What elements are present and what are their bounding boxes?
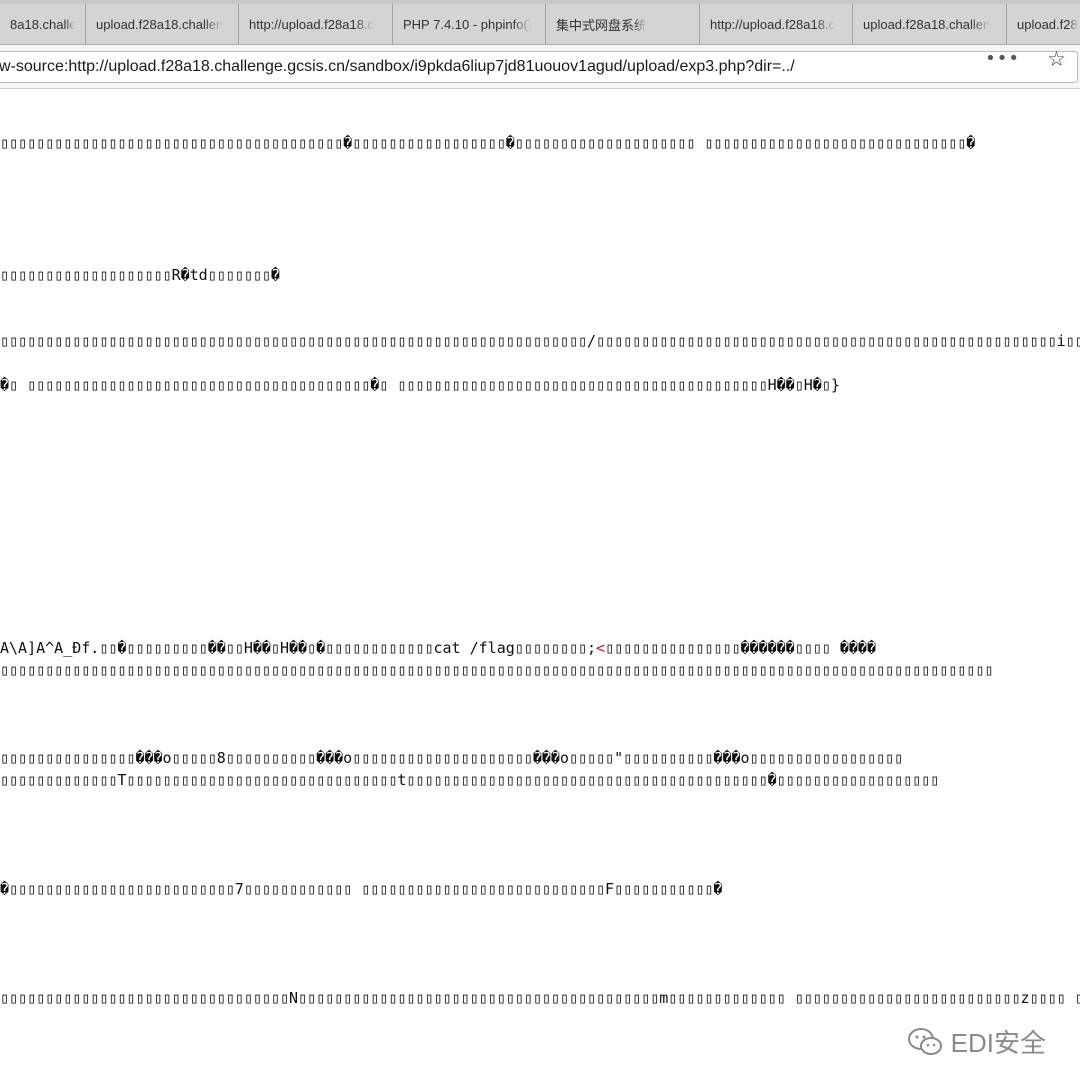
source-line: ▯▯▯▯▯▯▯▯▯▯▯▯▯▯▯▯▯▯▯▯▯▯▯▯▯▯▯▯▯▯▯▯▯▯▯▯▯▯�▯… (0, 134, 976, 152)
tab-label: PHP 7.4.10 - phpinfo() (403, 16, 533, 32)
source-line: �▯▯▯▯▯▯▯▯▯▯▯▯▯▯▯▯▯▯▯▯▯▯▯▯▯7▯▯▯▯▯▯▯▯▯▯▯▯ … (0, 880, 723, 898)
nav-toolbar: w-source:http://upload.f28a18.challenge.… (0, 45, 1080, 89)
source-line: ▯▯▯▯▯▯▯▯▯▯▯▯▯▯▯▯▯▯▯▯▯▯▯▯▯▯▯▯▯▯▯▯▯▯▯▯▯▯▯▯… (0, 332, 1080, 350)
wechat-icon (907, 1027, 942, 1055)
bookmark-star-icon[interactable]: ☆ (1047, 47, 1066, 71)
tab-label: upload.f28a18.challen (863, 16, 991, 32)
tab-label: http://upload.f28a18.c (710, 16, 836, 32)
source-line: ▯▯▯▯▯▯▯▯▯▯▯▯▯▯▯▯▯▯▯▯▯▯▯▯▯▯▯▯▯▯▯▯N▯▯▯▯▯▯▯… (0, 989, 1080, 1007)
source-text: A\A]A^A_Ðf.▯▯�▯▯▯▯▯▯▯▯▯��▯▯H��▯H��▯�▯▯▯▯… (0, 639, 597, 657)
tab-label: 集中式网盘系统 (556, 17, 648, 33)
tab-bar: 8a18.challen upload.f28a18.challen http:… (0, 0, 1080, 45)
tab-4[interactable]: PHP 7.4.10 - phpinfo() (393, 4, 546, 44)
tab-label: 8a18.challen (10, 16, 75, 32)
url-text[interactable]: w-source:http://upload.f28a18.challenge.… (0, 58, 1077, 76)
tab-label: http://upload.f28a18.c (249, 16, 375, 32)
tab-7[interactable]: upload.f28a18.challen (853, 4, 1007, 44)
source-line: ▯▯▯▯▯▯▯▯▯▯▯▯▯▯▯▯▯▯▯R�td▯▯▯▯▯▯▯� (0, 266, 280, 284)
source-line: ▯▯▯▯▯▯▯▯▯▯▯▯▯▯▯▯▯▯▯▯▯▯▯▯▯▯▯▯▯▯▯▯▯▯▯▯▯▯▯▯… (0, 661, 994, 679)
tab-8[interactable]: upload.f28 (1007, 4, 1080, 44)
tab-6[interactable]: http://upload.f28a18.c (700, 4, 853, 44)
page-source-view: ▯▯▯▯▯▯▯▯▯▯▯▯▯▯▯▯▯▯▯▯▯▯▯▯▯▯▯▯▯▯▯▯▯▯▯▯▯▯�▯… (0, 90, 1080, 1090)
source-line: ▯▯▯▯▯▯▯▯▯▯▯▯▯T▯▯▯▯▯▯▯▯▯▯▯▯▯▯▯▯▯▯▯▯▯▯▯▯▯▯… (0, 771, 940, 789)
source-line: A\A]A^A_Ðf.▯▯�▯▯▯▯▯▯▯▯▯��▯▯H��▯H��▯�▯▯▯▯… (0, 638, 1080, 658)
source-line: ▯▯▯▯▯▯▯▯▯▯▯▯▯▯▯���o▯▯▯▯▯8▯▯▯▯▯▯▯▯▯▯���o▯… (0, 749, 904, 767)
source-tag-open: < (596, 639, 606, 657)
watermark-text: EDI安全 (950, 1028, 1046, 1058)
tab-1[interactable]: 8a18.challen (0, 4, 86, 44)
tab-label: upload.f28a18.challen (96, 16, 224, 32)
tab-3[interactable]: http://upload.f28a18.c (239, 4, 393, 44)
tab-2[interactable]: upload.f28a18.challen (86, 4, 239, 44)
source-line: �▯ ▯▯▯▯▯▯▯▯▯▯▯▯▯▯▯▯▯▯▯▯▯▯▯▯▯▯▯▯▯▯▯▯▯▯▯▯▯… (0, 376, 840, 394)
tab-5[interactable]: 集中式网盘系统 (546, 4, 700, 44)
address-bar[interactable]: w-source:http://upload.f28a18.challenge.… (0, 51, 1078, 83)
page-actions-icon[interactable]: ••• (985, 48, 1020, 69)
tab-label: upload.f28 (1017, 16, 1078, 32)
source-text: ▯▯▯▯▯▯▯▯▯▯▯▯▯▯▯������▯▯▯▯ ���� (605, 639, 876, 657)
watermark: EDI安全 (907, 1023, 1046, 1060)
